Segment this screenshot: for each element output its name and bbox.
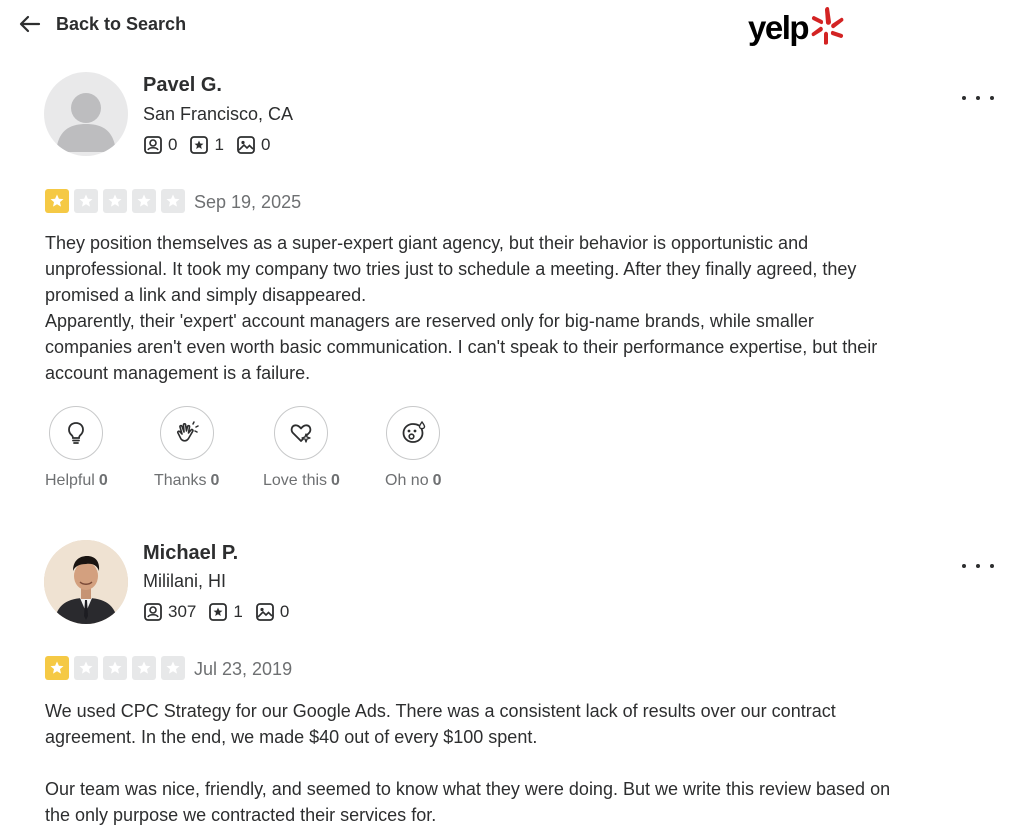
star-empty-icon — [103, 656, 127, 680]
star-empty-icon — [74, 656, 98, 680]
avatar[interactable] — [44, 540, 128, 624]
star-rating — [45, 656, 190, 680]
review-paragraph: We used CPC Strategy for our Google Ads.… — [45, 701, 836, 747]
friends-count: 307 — [168, 602, 197, 621]
reviews-stat: 1 — [208, 602, 243, 622]
review-date: Jul 23, 2019 — [194, 659, 293, 679]
review-star-icon — [209, 603, 228, 621]
photo-icon — [255, 603, 274, 621]
user-stats: 307 1 0 — [143, 602, 301, 622]
reviews-count: 1 — [233, 602, 243, 621]
friends-stat: 307 — [143, 602, 196, 622]
user-name[interactable]: Michael P. — [143, 542, 238, 565]
review-text: We used CPC Strategy for our Google Ads.… — [45, 698, 905, 828]
more-options-button[interactable] — [962, 556, 994, 576]
review-card: Michael P. Mililani, HI 307 1 0 Jul 23, … — [0, 0, 1024, 835]
star-empty-icon — [132, 656, 156, 680]
user-photo — [44, 540, 128, 624]
user-location: Mililani, HI — [143, 571, 227, 591]
star-filled-icon — [45, 656, 69, 680]
photos-count: 0 — [279, 602, 290, 621]
star-empty-icon — [161, 656, 185, 680]
review-paragraph: Our team was nice, friendly, and seemed … — [45, 779, 891, 825]
friends-icon — [144, 603, 162, 621]
photos-stat: 0 — [255, 602, 289, 622]
